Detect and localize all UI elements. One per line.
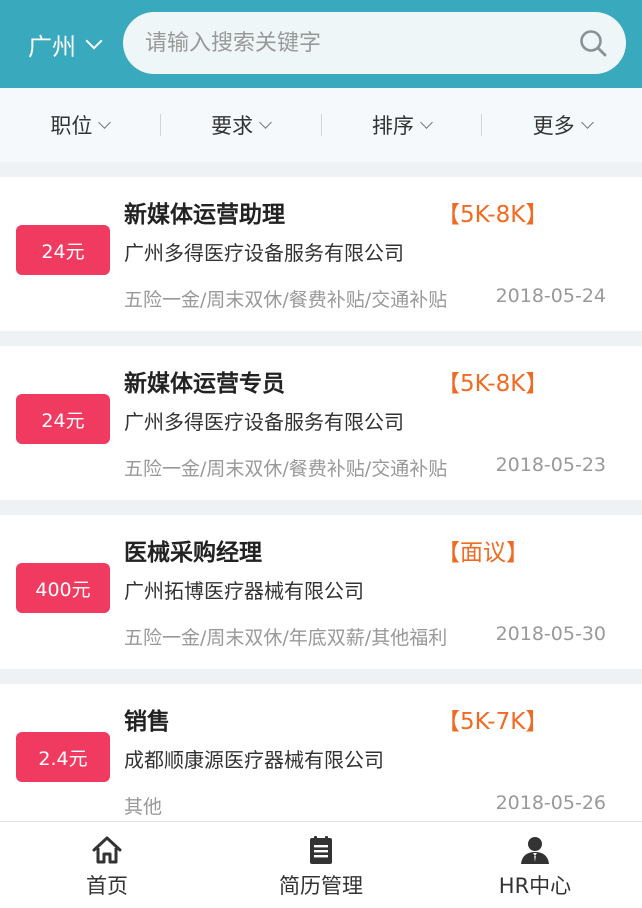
filter-sort[interactable]: 排序 [322,88,482,162]
company-name: 广州多得医疗设备服务有限公司 [124,241,404,265]
filter-label: 要求 [211,114,254,138]
nav-label: HR中心 [498,874,572,898]
search-icon[interactable] [578,28,608,58]
filter-position[interactable]: 职位 [0,88,160,162]
chevron-down-icon [259,116,272,129]
search-box [123,12,626,74]
reward-badge: 2.4元 [16,732,110,782]
filter-bar: 职位 要求 排序 更多 [0,88,642,162]
job-list: 24元 新媒体运营助理 【5K-8K】 广州多得医疗设备服务有限公司 五险一金/… [0,177,642,853]
post-date: 2018-05-30 [495,623,606,645]
chevron-down-icon [85,32,103,50]
city-label: 广州 [28,32,76,61]
hr-user-icon [521,837,549,864]
filter-label: 职位 [50,114,93,138]
search-input[interactable] [145,30,565,56]
bottom-nav: 首页 简历管理 HR中心 [0,821,642,908]
nav-resume[interactable]: 简历管理 [214,822,428,908]
nav-home[interactable]: 首页 [0,822,214,908]
filter-label: 排序 [371,114,414,138]
post-date: 2018-05-24 [495,285,606,307]
filter-more[interactable]: 更多 [482,88,642,162]
post-date: 2018-05-23 [495,454,606,476]
resume-icon [310,836,332,864]
nav-hr-center[interactable]: HR中心 [428,822,642,908]
top-header: 广州 [0,0,642,88]
nav-label: 简历管理 [279,874,363,898]
job-card[interactable]: 24元 新媒体运营助理 【5K-8K】 广州多得医疗设备服务有限公司 五险一金/… [0,177,642,331]
company-name: 广州拓博医疗器械有限公司 [124,579,364,603]
job-title: 销售 [124,709,170,735]
reward-badge: 24元 [16,225,110,275]
chevron-down-icon [98,116,112,129]
job-card[interactable]: 400元 医械采购经理 【面议】 广州拓博医疗器械有限公司 五险一金/周末双休/… [0,515,642,669]
reward-badge: 24元 [16,394,110,444]
job-benefits: 其他 [124,796,163,818]
chevron-down-icon [580,116,594,129]
job-salary: 【5K-7K】 [437,709,549,735]
job-salary: 【5K-8K】 [437,202,549,228]
filter-requirement[interactable]: 要求 [161,88,321,162]
job-benefits: 五险一金/周末双休/餐费补贴/交通补贴 [124,289,448,311]
company-name: 广州多得医疗设备服务有限公司 [124,410,404,434]
job-salary: 【面议】 [437,540,529,566]
nav-label: 首页 [86,874,128,898]
reward-badge: 400元 [16,563,110,613]
job-title: 新媒体运营助理 [124,202,285,228]
job-card[interactable]: 2.4元 销售 【5K-7K】 成都顺康源医疗器械有限公司 其他 2018-05… [0,684,642,838]
job-benefits: 五险一金/周末双休/年底双薪/其他福利 [124,627,448,649]
chevron-down-icon [420,116,433,129]
job-benefits: 五险一金/周末双休/餐费补贴/交通补贴 [124,458,448,480]
filter-label: 更多 [532,114,575,138]
city-selector[interactable]: 广州 [28,26,103,62]
post-date: 2018-05-26 [495,792,606,814]
company-name: 成都顺康源医疗器械有限公司 [124,748,384,772]
job-title: 新媒体运营专员 [124,371,285,397]
home-icon [92,836,122,864]
job-salary: 【5K-8K】 [437,371,549,397]
job-card[interactable]: 24元 新媒体运营专员 【5K-8K】 广州多得医疗设备服务有限公司 五险一金/… [0,346,642,500]
job-title: 医械采购经理 [124,540,262,566]
